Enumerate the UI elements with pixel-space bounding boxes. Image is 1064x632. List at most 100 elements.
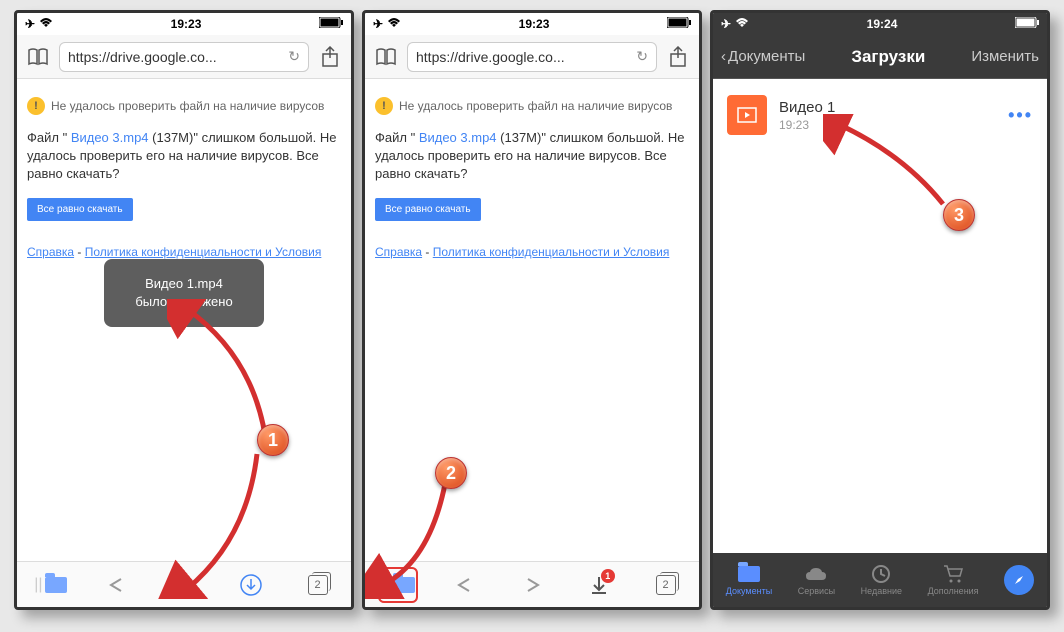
privacy-link[interactable]: Политика конфиденциальности и Условия — [433, 245, 670, 259]
back-label: Документы — [728, 48, 805, 65]
wifi-icon — [39, 17, 53, 31]
nav-title: Загрузки — [851, 47, 925, 67]
footer-separator: - — [422, 245, 433, 259]
status-time: 19:24 — [867, 17, 898, 31]
tab-label: Документы — [726, 586, 772, 596]
step-badge-3: 3 — [943, 199, 975, 231]
airplane-icon: ✈ — [25, 17, 35, 31]
tab-addons[interactable]: Дополнения — [928, 564, 979, 596]
footer-links: Справка - Политика конфиденциальности и … — [375, 245, 689, 259]
phone-screenshot-3: ✈ 19:24 ‹ Документы Загрузки Изменить — [710, 10, 1050, 610]
folder-icon — [737, 564, 761, 584]
chevron-left-icon: ‹ — [721, 48, 726, 65]
tabs-button[interactable]: 2 — [646, 567, 686, 603]
toast-message: было загружено — [126, 293, 242, 311]
privacy-link[interactable]: Политика конфиденциальности и Условия — [85, 245, 322, 259]
reload-icon[interactable]: ↻ — [636, 48, 648, 65]
footer-links: Справка - Политика конфиденциальности и … — [27, 245, 341, 259]
tabs-count: 2 — [656, 575, 676, 595]
step-badge-1: 1 — [257, 424, 289, 456]
reload-icon[interactable]: ↻ — [288, 48, 300, 65]
battery-icon — [667, 17, 691, 31]
tab-label: Сервисы — [798, 586, 835, 596]
status-bar: ✈ 19:23 — [365, 13, 699, 35]
page-content: ! Не удалось проверить файл на наличие в… — [17, 79, 351, 561]
step-badge-2: 2 — [435, 457, 467, 489]
cloud-icon — [804, 564, 828, 584]
back-button[interactable] — [97, 567, 137, 603]
warning-icon: ! — [27, 97, 45, 115]
download-complete-toast: Видео 1.mp4 было загружено — [104, 259, 264, 327]
airplane-icon: ✈ — [721, 17, 731, 31]
file-link[interactable]: Видео 3.mp4 — [71, 130, 149, 145]
reader-icon[interactable] — [373, 44, 399, 70]
browser-bottom-bar: || 1 2 — [365, 561, 699, 607]
status-time: 19:23 — [171, 17, 202, 31]
back-button[interactable]: ‹ Документы — [721, 48, 805, 65]
tabs-button[interactable]: 2 — [298, 567, 338, 603]
url-text: https://drive.google.co... — [416, 49, 565, 65]
share-icon[interactable] — [317, 44, 343, 70]
url-text: https://drive.google.co... — [68, 49, 217, 65]
file-info: Видео 1 19:23 — [779, 99, 996, 132]
tab-label: Дополнения — [928, 586, 979, 596]
compass-icon — [1004, 565, 1034, 595]
share-icon[interactable] — [665, 44, 691, 70]
folder-button[interactable]: || — [378, 567, 418, 603]
tab-recent[interactable]: Недавние — [861, 564, 902, 596]
app-nav-bar: ‹ Документы Загрузки Изменить — [713, 35, 1047, 79]
tabs-count: 2 — [308, 575, 328, 595]
toast-filename: Видео 1.mp4 — [126, 275, 242, 293]
downloads-button[interactable]: 1 — [579, 567, 619, 603]
file-name: Видео 1 — [779, 99, 996, 116]
tab-browser[interactable] — [1004, 565, 1034, 595]
file-time: 19:23 — [779, 118, 996, 132]
downloads-button[interactable] — [231, 567, 271, 603]
forward-button[interactable] — [512, 567, 552, 603]
url-field[interactable]: https://drive.google.co... ↻ — [59, 42, 309, 72]
page-content: ! Не удалось проверить файл на наличие в… — [365, 79, 699, 561]
tab-services[interactable]: Сервисы — [798, 564, 835, 596]
status-time: 19:23 — [519, 17, 550, 31]
help-link[interactable]: Справка — [375, 245, 422, 259]
back-button[interactable] — [445, 567, 485, 603]
file-text-prefix: Файл " — [27, 130, 71, 145]
warning-text: Не удалось проверить файл на наличие вир… — [399, 99, 672, 113]
edit-button[interactable]: Изменить — [971, 48, 1039, 65]
folder-icon — [45, 577, 67, 593]
file-link[interactable]: Видео 3.mp4 — [419, 130, 497, 145]
battery-icon — [319, 17, 343, 31]
video-file-icon — [727, 95, 767, 135]
file-message: Файл " Видео 3.mp4 (137M)" слишком больш… — [27, 129, 341, 184]
warning-text: Не удалось проверить файл на наличие вир… — [51, 99, 324, 113]
help-link[interactable]: Справка — [27, 245, 74, 259]
status-bar: ✈ 19:24 — [713, 13, 1047, 35]
status-bar: ✈ 19:23 — [17, 13, 351, 35]
download-badge: 1 — [601, 569, 615, 583]
phone-screenshot-1: ✈ 19:23 https://drive.google.co... ↻ — [14, 10, 354, 610]
virus-warning-header: ! Не удалось проверить файл на наличие в… — [375, 97, 689, 115]
file-row[interactable]: Видео 1 19:23 ••• — [713, 87, 1047, 143]
url-field[interactable]: https://drive.google.co... ↻ — [407, 42, 657, 72]
virus-warning-header: ! Не удалось проверить файл на наличие в… — [27, 97, 341, 115]
footer-separator: - — [74, 245, 85, 259]
warning-icon: ! — [375, 97, 393, 115]
wifi-icon — [387, 17, 401, 31]
file-manager-content: Видео 1 19:23 ••• 3 — [713, 79, 1047, 553]
wifi-icon — [735, 17, 749, 31]
browser-nav-bar: https://drive.google.co... ↻ — [365, 35, 699, 79]
tab-label: Недавние — [861, 586, 902, 596]
download-anyway-button[interactable]: Все равно скачать — [27, 198, 133, 221]
forward-button[interactable] — [164, 567, 204, 603]
browser-nav-bar: https://drive.google.co... ↻ — [17, 35, 351, 79]
cart-icon — [941, 564, 965, 584]
folder-button[interactable]: || — [30, 567, 70, 603]
file-more-button[interactable]: ••• — [1008, 105, 1033, 126]
battery-icon — [1015, 17, 1039, 31]
reader-icon[interactable] — [25, 44, 51, 70]
phone-screenshot-2: ✈ 19:23 https://drive.google.co... ↻ — [362, 10, 702, 610]
clock-icon — [869, 564, 893, 584]
tab-documents[interactable]: Документы — [726, 564, 772, 596]
download-anyway-button[interactable]: Все равно скачать — [375, 198, 481, 221]
browser-bottom-bar: || 2 — [17, 561, 351, 607]
